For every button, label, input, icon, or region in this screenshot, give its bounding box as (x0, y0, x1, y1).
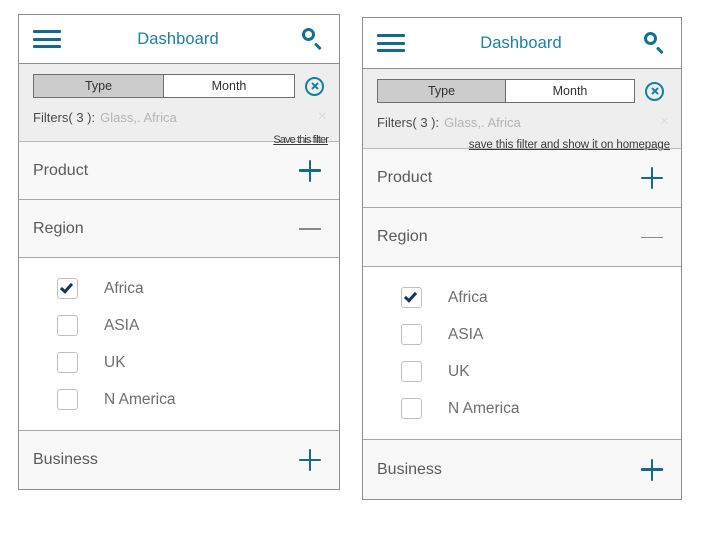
dashboard-panel-right: Dashboard Type Month Filters( 3 ): Glass… (362, 17, 682, 500)
plus-icon[interactable] (641, 458, 663, 481)
list-item[interactable]: Africa (363, 279, 681, 316)
segment-month[interactable]: Month (506, 80, 634, 102)
list-item[interactable]: ASIA (19, 307, 339, 344)
checkbox-asia[interactable] (57, 315, 78, 336)
close-x-icon[interactable]: × (660, 114, 671, 130)
list-item[interactable]: ASIA (363, 316, 681, 353)
screenshot-root: Dashboard Type Month Filters( 3 ): Glass… (0, 0, 708, 537)
app-header-bar: Dashboard (362, 17, 682, 69)
list-item-label: N America (104, 390, 176, 408)
filters-count-label: Filters( 3 ): (377, 115, 440, 130)
checkbox-africa[interactable] (57, 278, 78, 299)
save-filter-link[interactable]: save this filter and show it on homepage (469, 139, 670, 151)
circle-x-icon[interactable] (305, 76, 324, 96)
segment-month[interactable]: Month (164, 75, 294, 97)
type-month-segmented-control: Type Month (377, 79, 635, 103)
filter-accordion: Product Region Africa ASIA UK N America … (18, 142, 340, 490)
minus-icon[interactable] (641, 226, 663, 248)
filters-count-label: Filters( 3 ): (33, 110, 96, 125)
checkbox-asia[interactable] (401, 324, 422, 345)
accordion-header-business[interactable]: Business (363, 440, 681, 499)
accordion-header-business[interactable]: Business (19, 431, 339, 489)
checkbox-n-america[interactable] (57, 389, 78, 410)
region-options-list: Africa ASIA UK N America (19, 258, 339, 431)
segment-type[interactable]: Type (378, 80, 506, 102)
circle-x-icon[interactable] (645, 81, 664, 101)
accordion-title: Product (33, 161, 89, 179)
checkbox-uk[interactable] (401, 361, 422, 382)
accordion-title: Product (377, 169, 433, 186)
list-item[interactable]: Africa (19, 270, 339, 307)
checkbox-uk[interactable] (57, 352, 78, 373)
page-title: Dashboard (480, 33, 562, 52)
list-item[interactable]: UK (363, 353, 681, 390)
list-item-label: N America (448, 399, 520, 417)
list-item-label: Africa (104, 279, 144, 297)
accordion-header-product[interactable]: Product (19, 142, 339, 200)
page-title: Dashboard (137, 29, 219, 48)
accordion-title: Business (33, 451, 98, 468)
segmented-control-row: Type Month (377, 79, 671, 103)
close-x-icon[interactable]: × (318, 109, 329, 125)
list-item-label: ASIA (448, 325, 484, 343)
segmented-control-row: Type Month (33, 74, 329, 98)
plus-icon[interactable] (299, 159, 321, 182)
active-filters-line: Filters( 3 ): Glass,. Africa × (33, 109, 329, 126)
accordion-title: Business (377, 460, 442, 478)
checkbox-n-america[interactable] (401, 398, 422, 419)
active-filters-line: Filters( 3 ): Glass,. Africa × (377, 114, 671, 131)
filter-accordion: Product Region Africa ASIA UK N America … (362, 149, 682, 500)
list-item-label: Africa (448, 288, 488, 306)
accordion-header-region[interactable]: Region (19, 200, 339, 258)
list-item[interactable]: UK (19, 344, 339, 381)
accordion-title: Region (377, 228, 428, 245)
dashboard-panel-left: Dashboard Type Month Filters( 3 ): Glass… (18, 14, 340, 490)
list-item[interactable]: N America (363, 390, 681, 427)
list-item-label: ASIA (104, 316, 140, 334)
list-item-label: UK (104, 353, 126, 371)
filters-values-label: Glass,. Africa (100, 110, 177, 125)
save-filter-row: save this filter and show it on homepage (377, 135, 671, 153)
checkbox-africa[interactable] (401, 287, 422, 308)
search-icon[interactable] (301, 27, 325, 51)
filters-values-label: Glass,. Africa (444, 115, 521, 130)
filter-toolbar: Type Month Filters( 3 ): Glass,. Africa … (18, 64, 340, 146)
minus-icon[interactable] (299, 218, 321, 240)
plus-icon[interactable] (299, 449, 321, 471)
type-month-segmented-control: Type Month (33, 74, 295, 98)
plus-icon[interactable] (641, 167, 663, 189)
list-item[interactable]: N America (19, 381, 339, 418)
save-filter-row: Save this filter (33, 130, 329, 148)
search-icon[interactable] (643, 31, 667, 55)
save-filter-link[interactable]: Save this filter (273, 134, 329, 146)
app-header-bar: Dashboard (18, 14, 340, 64)
segment-type[interactable]: Type (34, 75, 164, 97)
accordion-title: Region (33, 219, 84, 237)
region-options-list: Africa ASIA UK N America (363, 267, 681, 440)
filter-toolbar: Type Month Filters( 3 ): Glass,. Africa … (362, 69, 682, 151)
accordion-header-product[interactable]: Product (363, 149, 681, 208)
accordion-header-region[interactable]: Region (363, 208, 681, 267)
list-item-label: UK (448, 362, 470, 380)
